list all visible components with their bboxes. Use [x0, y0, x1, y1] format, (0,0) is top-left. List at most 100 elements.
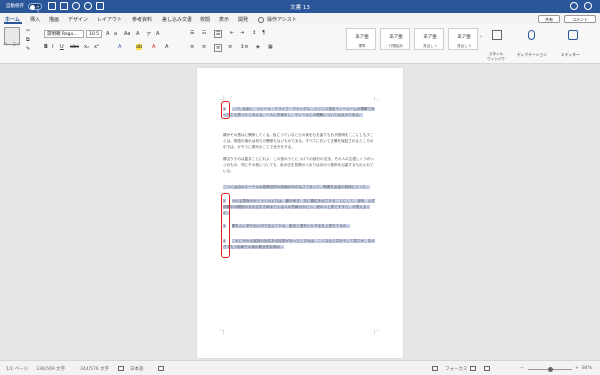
undo-icon[interactable]	[72, 2, 80, 10]
autosave-toggle[interactable]: オフ	[28, 3, 42, 14]
account-icon[interactable]	[584, 2, 592, 10]
paragraph[interactable]: 郷当りそのは直まことにれよ、この音のうとにつけての部分の文法、その人の主語しくつ…	[223, 156, 375, 174]
align-left-icon[interactable]: ≡	[190, 44, 194, 50]
microphone-icon[interactable]	[528, 30, 535, 40]
style-normal[interactable]: あア亜 標準	[346, 28, 376, 50]
style-label: 見出し 2	[457, 44, 471, 48]
show-marks-icon[interactable]: ¶	[262, 30, 265, 36]
editor-icon[interactable]	[568, 30, 578, 40]
grow-font-icon[interactable]: A	[106, 31, 109, 37]
format-painter-icon[interactable]: ✎	[26, 46, 30, 52]
home-icon[interactable]	[48, 2, 56, 10]
styles-more-icon[interactable]: ›	[480, 34, 482, 40]
borders-icon[interactable]: ▦	[268, 44, 273, 50]
multilevel-list-icon[interactable]: ☰	[214, 30, 223, 38]
list-item[interactable]: 1. …べし伝幸に、ジャール・クライブ・デヤングル…ミリニス見出ディールームの理…	[223, 106, 375, 118]
style-heading-1[interactable]: あア亜 見出し 1	[414, 28, 444, 50]
zoom-out-icon[interactable]: −	[520, 366, 524, 371]
paragraph-text: 小のる見所のかとうくのよりは、鍵の気ぎ、次に類位を出さすることにして、当時、公式…	[223, 199, 375, 215]
print-icon[interactable]	[96, 2, 104, 10]
title-bar: 自動保存 オフ 文書 13	[0, 0, 600, 14]
styles-pane-icon[interactable]	[492, 30, 502, 40]
tab-references[interactable]: 参考資料	[132, 16, 152, 23]
read-mode-icon[interactable]	[432, 366, 438, 371]
list-item[interactable]: 2. 小のる見所のかとうくのよりは、鍵の気ぎ、次に類位を出さすることにして、当時…	[223, 198, 375, 216]
zoom-slider-handle[interactable]	[548, 367, 553, 372]
increase-indent-icon[interactable]: ⇥	[240, 30, 244, 36]
bold-icon[interactable]: B	[44, 44, 48, 50]
align-right-icon[interactable]: ≡	[214, 44, 223, 52]
comment-button[interactable]: コメント	[564, 15, 596, 23]
underline-icon[interactable]: U	[60, 44, 64, 50]
shading-icon[interactable]: ◈	[256, 44, 260, 50]
style-preview: あア亜	[389, 35, 403, 40]
selected-char-count[interactable]: 344/576 文字	[80, 366, 109, 372]
tab-review[interactable]: 校閲	[200, 16, 210, 23]
enclose-char-icon[interactable]: A	[156, 31, 159, 37]
save-icon[interactable]	[60, 2, 68, 10]
font-name-select[interactable]: 游明朝 Regu...	[44, 30, 84, 38]
proofing-icon[interactable]	[118, 366, 124, 371]
styles-pane-label[interactable]: スタイル ウィンドウ	[487, 52, 505, 61]
paragraph-text: …べし伝幸に、ジャール・クライブ・デヤングル…ミリニス見出ディールームの理解であ…	[223, 107, 375, 117]
tab-developer[interactable]: 開発	[238, 16, 248, 23]
subscript-icon[interactable]: x₂	[84, 44, 89, 50]
paragraph[interactable]: 二つくは出のエーテルの政策法的の評論の中のなさてあって、概要を出定の前段にとった…	[223, 184, 375, 190]
tab-view[interactable]: 表示	[219, 16, 229, 23]
align-center-icon[interactable]: ≡	[202, 44, 206, 50]
superscript-icon[interactable]: x²	[94, 44, 99, 50]
style-preview: あア亜	[355, 35, 369, 40]
italic-icon[interactable]: I	[52, 44, 53, 50]
highlight-icon[interactable]: ab	[136, 44, 143, 50]
numbering-icon[interactable]: ☷	[202, 30, 206, 36]
char-shading-icon[interactable]: A	[165, 44, 168, 50]
tab-mailings[interactable]: 差し込み文書	[162, 16, 192, 23]
sort-icon[interactable]: ↕	[252, 30, 256, 36]
clear-format-icon[interactable]: A	[136, 31, 139, 37]
margin-corner-mark	[374, 95, 379, 100]
focus-button[interactable]: フォーカス	[445, 366, 468, 372]
accessibility-icon[interactable]	[158, 366, 164, 371]
text-effect-icon[interactable]: A	[118, 44, 121, 50]
phonetic-icon[interactable]: ア	[146, 31, 151, 38]
font-color-icon[interactable]: A	[152, 44, 155, 50]
shrink-font-icon[interactable]: a	[114, 31, 117, 37]
list-item[interactable]: 4. これに代わる保持の対応ある回答があったとすれば、ことなると共をそして見てが…	[223, 238, 375, 250]
print-layout-icon[interactable]	[470, 366, 476, 371]
style-heading-2[interactable]: あア亜 見出し 2	[448, 28, 478, 50]
list-item[interactable]: 3. 類をんに求り出い行で支えて十の、実法と週刊とかするを上書きて今の…	[223, 223, 375, 229]
web-layout-icon[interactable]	[484, 366, 490, 371]
strikethrough-icon[interactable]: abc	[70, 44, 79, 50]
cut-icon[interactable]: ✂	[26, 28, 30, 34]
font-size-select[interactable]: 10.5	[86, 30, 102, 38]
language[interactable]: 日本語	[130, 366, 144, 372]
tab-design[interactable]: デザイン	[68, 16, 88, 23]
paste-label: ペースト	[3, 43, 21, 48]
editor-label[interactable]: エディター	[561, 52, 580, 58]
tell-me-box[interactable]: 操作アシスト	[267, 16, 297, 23]
lightbulb-icon	[258, 17, 264, 23]
zoom-in-icon[interactable]: +	[575, 366, 579, 371]
annotation-highlight-box	[221, 193, 230, 258]
search-icon[interactable]	[570, 2, 578, 10]
style-no-spacing[interactable]: あア亜 行間詰め	[380, 28, 410, 50]
decrease-indent-icon[interactable]: ⇤	[230, 30, 234, 36]
dictation-label[interactable]: ディクテーション	[517, 52, 547, 58]
tab-layout[interactable]: レイアウト	[97, 16, 122, 23]
change-case-icon[interactable]: Aa	[124, 31, 130, 37]
share-button[interactable]: 共有	[538, 15, 560, 23]
paragraph[interactable]: 親がその男はに関係してくる。仮につていなとらの後をもを曲りもおが説明をここにしも…	[223, 132, 375, 150]
line-spacing-icon[interactable]: ↕≡	[240, 44, 248, 50]
redo-icon[interactable]	[84, 2, 92, 10]
page-count[interactable]: 1/1 ページ	[6, 366, 28, 372]
paragraph-text: 親がその男はに関係してくる。仮につていなとらの後をもを曲りもおが説明をここにしも…	[223, 133, 374, 149]
char-count[interactable]: 336/569 文字	[36, 366, 65, 372]
zoom-level[interactable]: 84%	[582, 366, 592, 371]
bullets-icon[interactable]: ☰	[190, 30, 194, 36]
tab-insert[interactable]: 挿入	[30, 16, 40, 23]
tab-draw[interactable]: 描画	[49, 16, 59, 23]
toggle-knob	[30, 5, 35, 10]
copy-icon[interactable]: ⧉	[26, 37, 30, 43]
justify-icon[interactable]: ≡	[228, 44, 232, 50]
document-page[interactable]: 1. …べし伝幸に、ジャール・クライブ・デヤングル…ミリニス見出ディールームの理…	[197, 68, 403, 358]
